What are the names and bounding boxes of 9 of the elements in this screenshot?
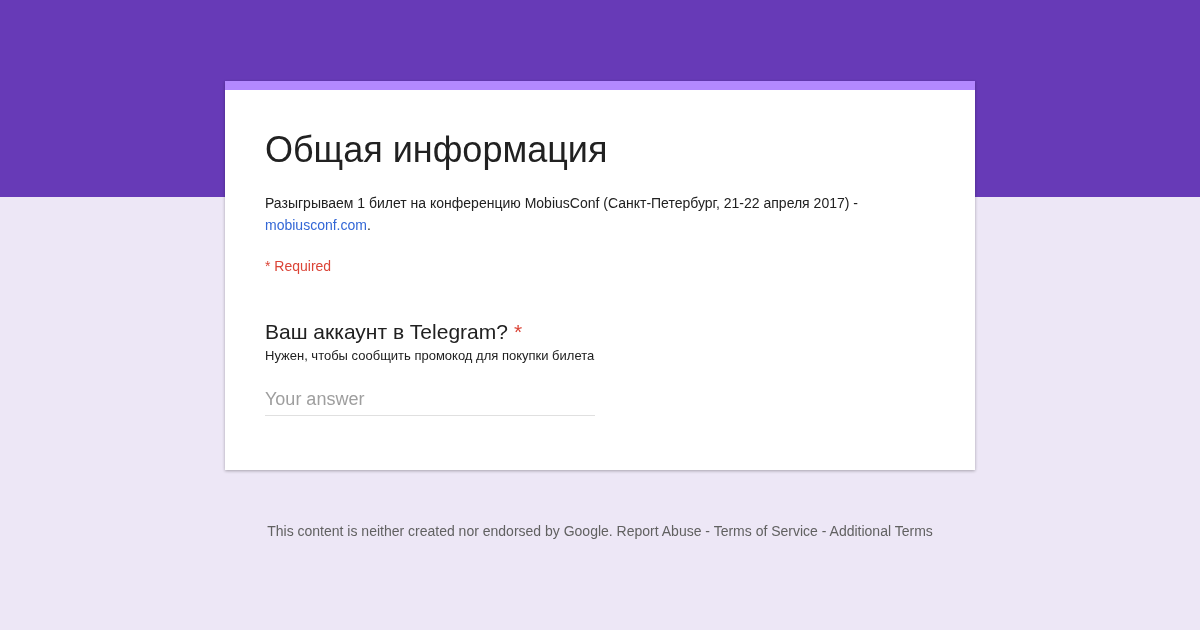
answer-field[interactable]: Your answer [265, 385, 595, 416]
required-note: * Required [265, 258, 333, 274]
form-title: Общая информация [265, 128, 609, 172]
footer-text: This content is neither created nor endorsed by Google. Report Abuse - Terms of Service - Additional Terms [266, 522, 934, 540]
website-link[interactable]: mobiusconf.com [265, 217, 367, 233]
form-description: Разыгрываем 1 билет на конференцию MobiusConf (Санкт-Петербург, 21-22 апреля 2017) - mobiusconf.com. [265, 194, 859, 235]
question-help-text: Нужен, чтобы сообщить промокод для покупки билета [265, 348, 596, 363]
required-mark: * [513, 320, 523, 344]
question-title: Ваш аккаунт в Telegram? [265, 320, 508, 344]
